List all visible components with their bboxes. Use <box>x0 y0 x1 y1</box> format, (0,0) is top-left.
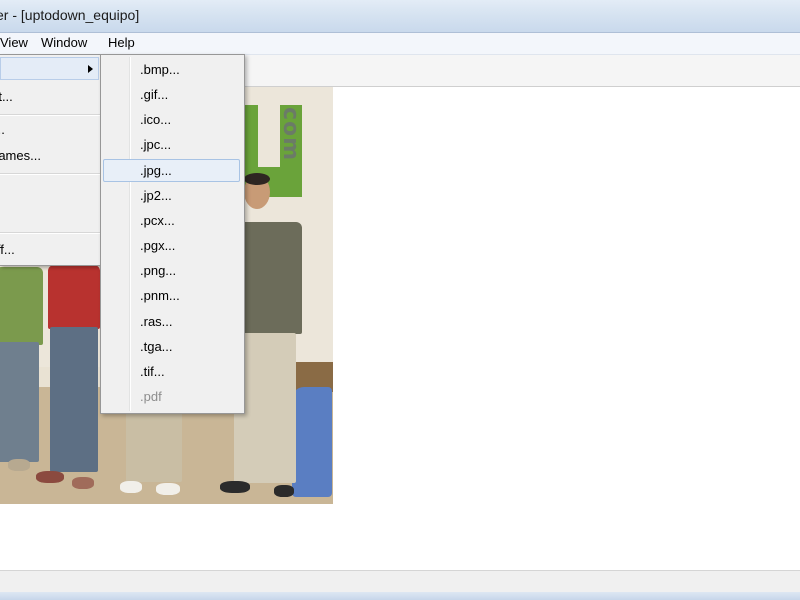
submenu-item-tif[interactable]: .tif... <box>103 360 240 383</box>
submenu-item-ras[interactable]: .ras... <box>103 310 240 333</box>
menu-item-save-as[interactable] <box>0 57 99 80</box>
title-bar: er - [uptodown_equipo] <box>0 0 800 33</box>
submenu-item-jpg[interactable]: .jpg... <box>103 159 240 182</box>
menu-help[interactable]: Help <box>104 35 139 50</box>
menu-item[interactable]: iff... <box>0 242 15 257</box>
submenu-item-jp2[interactable]: .jp2... <box>103 184 240 207</box>
submenu-item-tga[interactable]: .tga... <box>103 335 240 358</box>
menu-item[interactable]: rt... <box>0 89 13 104</box>
menu-item[interactable]: ... <box>0 122 5 137</box>
chair <box>292 387 332 497</box>
submenu-item-ico[interactable]: .ico... <box>103 108 240 131</box>
submenu-item-pcx[interactable]: .pcx... <box>103 209 240 232</box>
export-format-submenu: .bmp... .gif... .ico... .jpc... .jpg... … <box>100 54 245 414</box>
submenu-arrow-icon <box>88 65 93 73</box>
submenu-item-pgx[interactable]: .pgx... <box>103 234 240 257</box>
submenu-item-pdf: .pdf <box>140 389 162 404</box>
status-bar <box>0 570 800 593</box>
menu-bar: View Window Help <box>0 33 800 55</box>
window-bottom-edge <box>0 592 800 600</box>
submenu-item-jpc[interactable]: .jpc... <box>103 133 240 156</box>
menu-separator <box>0 114 100 116</box>
menu-window[interactable]: Window <box>37 35 91 50</box>
file-menu-dropdown: rt... ... rames... iff... <box>0 54 102 266</box>
submenu-item-gif[interactable]: .gif... <box>103 83 240 106</box>
menu-item[interactable]: rames... <box>0 148 41 163</box>
submenu-item-png[interactable]: .png... <box>103 259 240 282</box>
menu-view[interactable]: View <box>0 35 32 50</box>
menu-separator <box>0 173 100 175</box>
menu-separator <box>0 232 100 234</box>
submenu-item-pnm[interactable]: .pnm... <box>103 284 240 307</box>
window-title: er - [uptodown_equipo] <box>0 7 140 23</box>
submenu-item-bmp[interactable]: .bmp... <box>103 58 240 81</box>
logo-text: com <box>278 107 303 162</box>
